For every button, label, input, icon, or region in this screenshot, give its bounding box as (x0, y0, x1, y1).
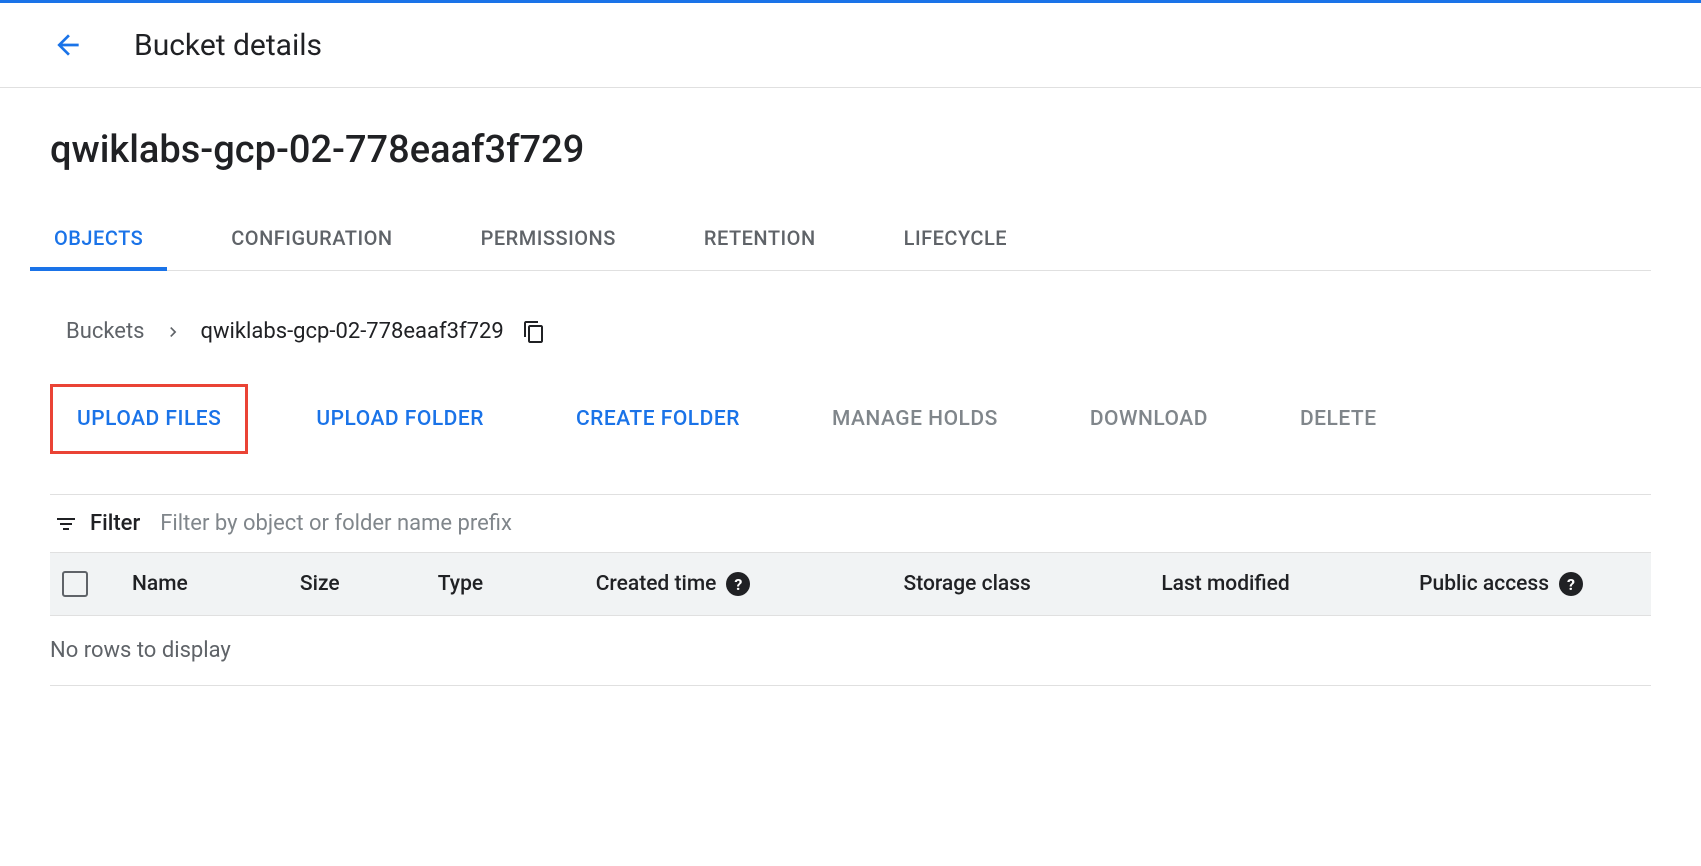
column-header-size[interactable]: Size (300, 572, 430, 596)
tab-retention[interactable]: RETENTION (700, 208, 820, 270)
page-title: Bucket details (134, 28, 322, 63)
arrow-left-icon (52, 29, 84, 61)
tab-lifecycle[interactable]: LIFECYCLE (900, 208, 1011, 270)
tab-permissions[interactable]: PERMISSIONS (477, 208, 620, 270)
filter-input[interactable] (160, 511, 1647, 536)
action-toolbar: UPLOAD FILES UPLOAD FOLDER CREATE FOLDER… (50, 384, 1651, 454)
tab-bar: OBJECTS CONFIGURATION PERMISSIONS RETENT… (50, 208, 1651, 271)
upload-files-button[interactable]: UPLOAD FILES (50, 384, 248, 454)
table-header-row: Name Size Type Created time ? Storage cl… (50, 552, 1651, 616)
objects-tab-content: Buckets qwiklabs-gcp-02-778eaaf3f729 UPL… (50, 271, 1651, 686)
column-header-modified[interactable]: Last modified (1161, 572, 1411, 596)
column-header-type[interactable]: Type (438, 572, 588, 596)
page-header: Bucket details (0, 3, 1701, 88)
column-header-created[interactable]: Created time ? (596, 572, 896, 596)
column-header-public[interactable]: Public access ? (1419, 572, 1639, 596)
breadcrumb-root[interactable]: Buckets (66, 319, 145, 344)
main-content: qwiklabs-gcp-02-778eaaf3f729 OBJECTS CON… (0, 88, 1701, 686)
table-empty-state: No rows to display (50, 616, 1651, 686)
delete-button[interactable]: DELETE (1276, 384, 1401, 454)
filter-icon (54, 512, 78, 536)
column-header-name[interactable]: Name (132, 572, 292, 596)
download-button[interactable]: DOWNLOAD (1066, 384, 1232, 454)
upload-folder-button[interactable]: UPLOAD FOLDER (292, 384, 508, 454)
select-all-checkbox[interactable] (62, 571, 88, 597)
tab-objects[interactable]: OBJECTS (50, 208, 147, 270)
column-header-created-label: Created time (596, 572, 717, 596)
filter-label-group: Filter (54, 511, 140, 536)
create-folder-button[interactable]: CREATE FOLDER (552, 384, 764, 454)
help-icon[interactable]: ? (1559, 572, 1583, 596)
back-button[interactable] (50, 27, 86, 63)
breadcrumb-current: qwiklabs-gcp-02-778eaaf3f729 (201, 319, 504, 344)
chevron-right-icon (163, 322, 183, 342)
column-header-public-label: Public access (1419, 572, 1549, 596)
manage-holds-button[interactable]: MANAGE HOLDS (808, 384, 1022, 454)
breadcrumb: Buckets qwiklabs-gcp-02-778eaaf3f729 (50, 319, 1651, 344)
filter-label: Filter (90, 511, 140, 536)
filter-bar: Filter (50, 494, 1651, 552)
bucket-name-heading: qwiklabs-gcp-02-778eaaf3f729 (50, 128, 1651, 172)
help-icon[interactable]: ? (726, 572, 750, 596)
tab-configuration[interactable]: CONFIGURATION (227, 208, 396, 270)
column-header-storage[interactable]: Storage class (903, 572, 1153, 596)
copy-icon (522, 320, 546, 344)
copy-button[interactable] (522, 320, 546, 344)
